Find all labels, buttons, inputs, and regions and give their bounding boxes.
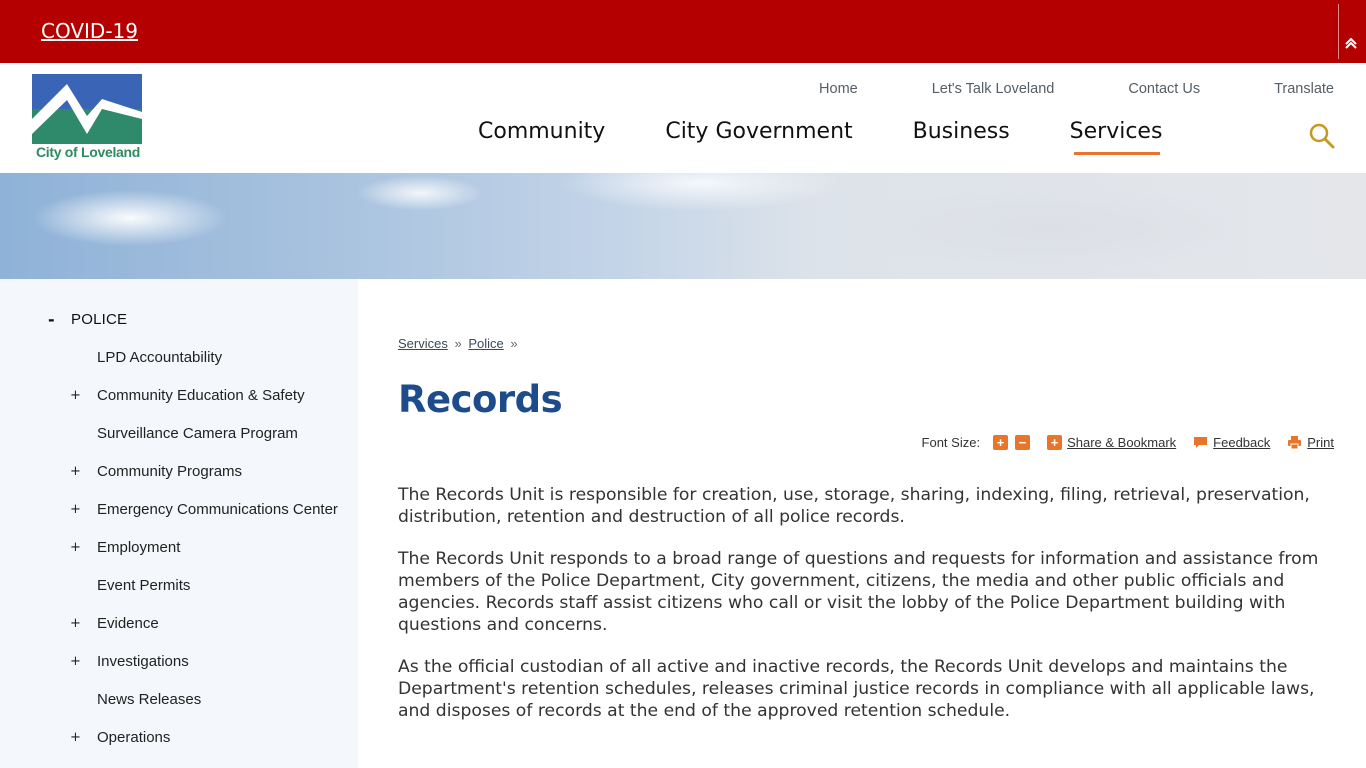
expand-plus-icon[interactable]: + <box>70 464 97 479</box>
utility-nav: Home Let's Talk Loveland Contact Us Tran… <box>745 81 1334 97</box>
expand-plus-icon[interactable]: + <box>70 730 97 745</box>
sidebar-item-label: Community Programs <box>97 462 243 480</box>
main-content: The Records Unit is responsible for crea… <box>398 484 1328 742</box>
printer-icon <box>1288 435 1302 449</box>
content-paragraph: The Records Unit responds to a broad ran… <box>398 549 1319 635</box>
utility-link-home[interactable]: Home <box>819 81 858 97</box>
sidebar-item-investigations[interactable]: + Investigations <box>70 649 189 673</box>
collapse-minus-icon[interactable]: - <box>48 310 58 329</box>
sidebar-item-event-permits[interactable]: Event Permits <box>70 573 190 597</box>
sidebar-item-label: LPD Accountability <box>97 348 223 366</box>
font-size-label: Font Size: <box>921 434 981 450</box>
nav-city-government[interactable]: City Government <box>665 119 852 155</box>
sidebar-item-label: Emergency Communications Center <box>97 500 338 518</box>
utility-link-translate[interactable]: Translate <box>1274 81 1334 97</box>
sidebar-item-lpd-accountability[interactable]: LPD Accountability <box>70 345 222 369</box>
collapse-chevron-icon[interactable] <box>1343 36 1359 52</box>
share-bookmark-link[interactable]: Share & Bookmark <box>1067 435 1176 450</box>
expand-plus-icon[interactable]: + <box>70 388 97 403</box>
covid-alert-link[interactable]: COVID-19 <box>41 19 138 43</box>
print-button[interactable]: Print <box>1287 435 1334 450</box>
font-increase-button[interactable]: + <box>993 434 1009 450</box>
main-nav: Community City Government Business Servi… <box>478 119 1222 155</box>
breadcrumb-police[interactable]: Police <box>468 336 503 351</box>
font-decrease-button[interactable]: − <box>1015 434 1031 450</box>
logo-text: City of Loveland <box>35 144 141 160</box>
nav-business[interactable]: Business <box>913 119 1010 155</box>
breadcrumb-services[interactable]: Services <box>398 336 448 351</box>
sidebar-item-operations[interactable]: + Operations <box>70 725 170 749</box>
share-bookmark-button[interactable]: + Share & Bookmark <box>1047 434 1176 450</box>
city-logo[interactable]: City of Loveland <box>32 74 142 163</box>
sidebar-item-label: Investigations <box>97 652 189 670</box>
sidebar-item-news-releases[interactable]: News Releases <box>70 687 201 711</box>
expand-plus-icon[interactable]: + <box>70 540 97 555</box>
utility-link-contact-us[interactable]: Contact Us <box>1128 81 1200 97</box>
sidebar-item-label: Operations <box>97 728 171 746</box>
sidebar-item-label: Employment <box>97 538 181 556</box>
sidebar-item-label: Surveillance Camera Program <box>97 424 298 442</box>
breadcrumb-separator: » <box>454 336 462 351</box>
content-paragraph: As the official custodian of all active … <box>398 657 1315 721</box>
sidebar-item-evidence[interactable]: + Evidence <box>70 611 159 635</box>
sidebar-item-community-programs[interactable]: + Community Programs <box>70 459 242 483</box>
sidebar-item-label: Event Permits <box>97 576 191 594</box>
expand-plus-icon[interactable]: + <box>70 616 97 631</box>
sidebar-item-community-education-safety[interactable]: + Community Education & Safety <box>70 383 305 407</box>
feedback-link[interactable]: Feedback <box>1213 435 1270 450</box>
feedback-button[interactable]: Feedback <box>1193 435 1270 450</box>
nav-services[interactable]: Services <box>1070 119 1162 155</box>
breadcrumb: Services » Police » <box>398 336 521 351</box>
content-paragraph: The Records Unit is responsible for crea… <box>398 485 1310 527</box>
print-link[interactable]: Print <box>1307 435 1334 450</box>
page-title: Records <box>398 378 563 421</box>
sidebar-nav: - POLICE LPD Accountability + Community … <box>0 279 358 768</box>
breadcrumb-separator: » <box>510 336 518 351</box>
sidebar-item-label: News Releases <box>97 690 202 708</box>
expand-plus-icon[interactable]: + <box>70 654 97 669</box>
utility-link-lets-talk-loveland[interactable]: Let's Talk Loveland <box>932 81 1055 97</box>
sidebar-item-surveillance-camera-program[interactable]: Surveillance Camera Program <box>70 421 298 445</box>
sidebar-heading-label: POLICE <box>71 311 128 328</box>
speech-bubble-icon <box>1194 436 1208 448</box>
sidebar-item-label: Evidence <box>97 614 159 632</box>
sidebar-heading[interactable]: - POLICE <box>48 310 127 329</box>
sky-banner-image <box>0 173 1366 279</box>
site-header: City of Loveland Home Let's Talk Lovelan… <box>0 63 1366 173</box>
expand-plus-icon[interactable]: + <box>70 502 97 517</box>
alert-bar: COVID-19 <box>0 0 1366 63</box>
sidebar-item-employment[interactable]: + Employment <box>70 535 180 559</box>
share-plus-icon: + <box>1047 434 1063 450</box>
sidebar-item-label: Community Education & Safety <box>97 386 305 404</box>
page-tools: Font Size: + − + Share & Bookmark Feedba… <box>922 432 1334 452</box>
alert-divider <box>1338 4 1339 59</box>
sidebar-item-emergency-communications-center[interactable]: + Emergency Communications Center <box>70 497 338 521</box>
search-icon[interactable] <box>1309 123 1335 149</box>
nav-community[interactable]: Community <box>478 119 605 155</box>
